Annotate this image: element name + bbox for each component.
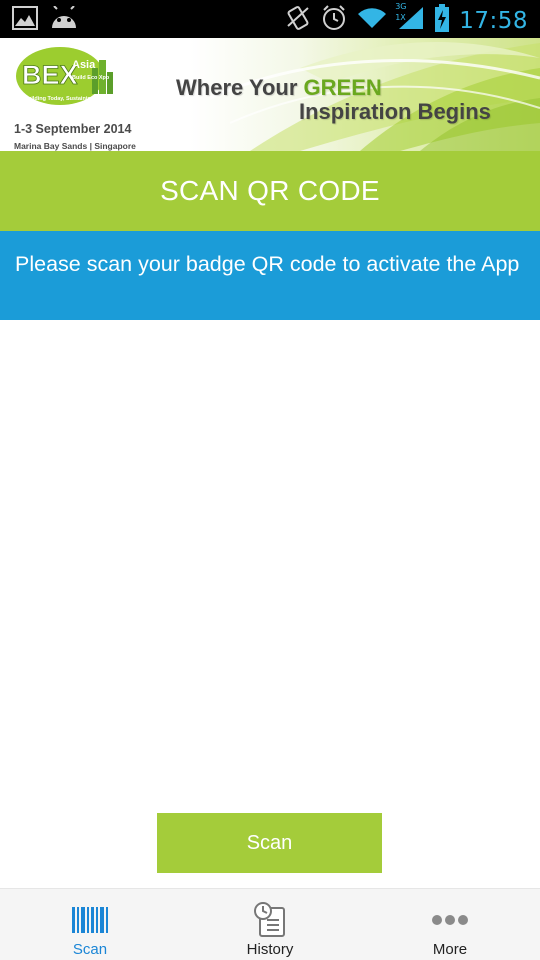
gallery-notification-icon bbox=[12, 6, 38, 35]
tagline-part1: Where Your bbox=[176, 75, 304, 100]
page-title-bar: SCAN QR CODE bbox=[0, 151, 540, 231]
tagline-highlight: GREEN bbox=[303, 75, 382, 100]
nav-label-history: History bbox=[246, 941, 294, 958]
network-sub-label: 1X bbox=[395, 13, 406, 22]
event-venue: Marina Bay Sands | Singapore bbox=[14, 141, 136, 151]
nav-tab-more[interactable]: More bbox=[360, 889, 540, 960]
battery-charging-icon bbox=[435, 4, 450, 37]
svg-text:Build Eco Xpo: Build Eco Xpo bbox=[72, 75, 110, 81]
status-bar: 3G 1X 17:58 bbox=[0, 0, 540, 38]
svg-text:Asia: Asia bbox=[72, 59, 96, 71]
banner-tagline: Where Your GREEN Inspiration Begins bbox=[176, 76, 491, 124]
scan-button[interactable]: Scan bbox=[157, 813, 382, 873]
event-dates: 1-3 September 2014 bbox=[14, 122, 132, 136]
nav-label-scan: Scan bbox=[72, 941, 108, 958]
page-title: SCAN QR CODE bbox=[160, 175, 380, 206]
status-bar-notifications bbox=[12, 5, 78, 35]
history-icon bbox=[253, 902, 287, 937]
event-banner: BEX Asia Build Eco Xpo Building Today, S… bbox=[0, 38, 540, 151]
nav-label-more: More bbox=[432, 941, 468, 958]
bex-asia-logo: BEX Asia Build Eco Xpo Building Today, S… bbox=[14, 46, 136, 151]
vibrate-icon bbox=[285, 4, 311, 37]
nav-tab-history[interactable]: History bbox=[180, 889, 360, 960]
barcode-icon bbox=[72, 903, 108, 937]
android-notification-icon bbox=[50, 5, 78, 35]
more-dots-icon bbox=[431, 903, 469, 937]
instruction-text: Please scan your badge QR code to activa… bbox=[15, 252, 520, 276]
cellular-signal-icon: 3G 1X bbox=[395, 2, 425, 36]
status-bar-system: 3G 1X 17:58 bbox=[285, 2, 528, 37]
bex-logo-icon: BEX Asia Build Eco Xpo Building Today, S… bbox=[16, 47, 123, 105]
alarm-icon bbox=[321, 4, 347, 37]
svg-text:BEX: BEX bbox=[22, 60, 78, 90]
svg-text:Building Today, Sustaining Tom: Building Today, Sustaining Tomorrow bbox=[24, 96, 123, 102]
scan-content-area bbox=[0, 320, 540, 813]
wifi-icon bbox=[357, 6, 387, 35]
tagline-part2: Inspiration Begins bbox=[299, 99, 491, 124]
nav-tab-scan[interactable]: Scan bbox=[0, 889, 180, 960]
clock: 17:58 bbox=[459, 7, 528, 34]
network-type-label: 3G bbox=[395, 2, 407, 11]
instruction-banner: Please scan your badge QR code to activa… bbox=[0, 231, 540, 320]
bottom-navigation: Scan History More bbox=[0, 888, 540, 960]
